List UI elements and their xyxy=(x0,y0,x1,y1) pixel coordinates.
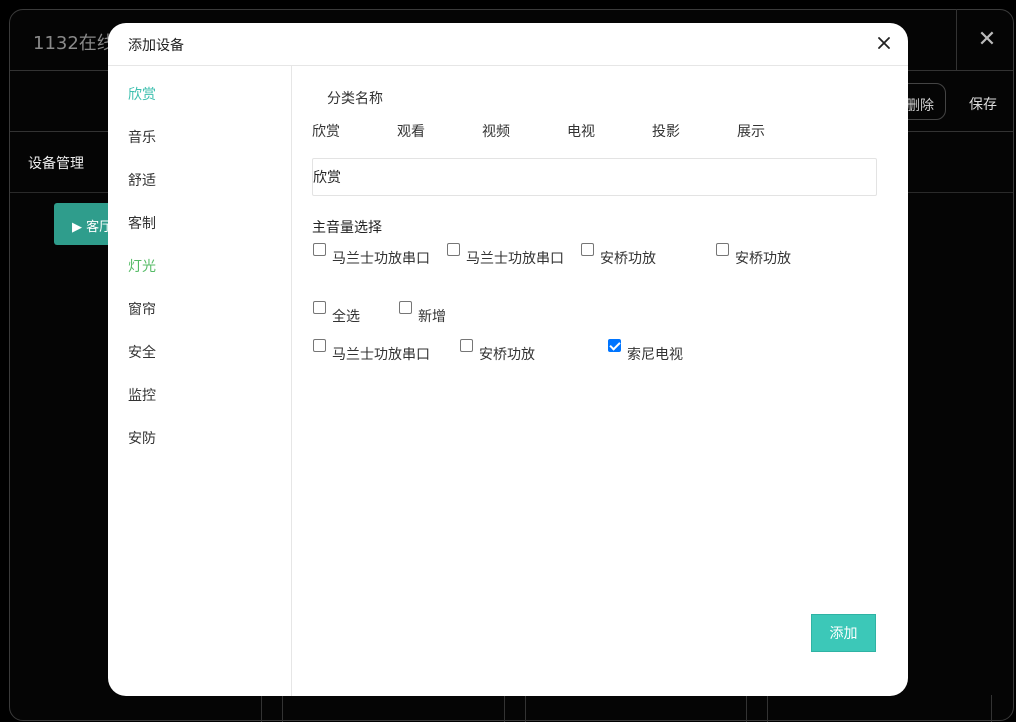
tag-option[interactable]: 投影 xyxy=(652,121,680,141)
category-name-label: 分类名称 xyxy=(327,91,383,107)
tag-option[interactable]: 视频 xyxy=(482,121,510,141)
background-room-button[interactable]: ▶ 客厅 xyxy=(54,203,114,245)
checkbox-label: 马兰士功放串口 xyxy=(466,251,564,267)
background-delete-label: 删除 xyxy=(906,98,934,114)
background-divider xyxy=(746,695,747,722)
sidebar-item-comfort[interactable]: 舒适 xyxy=(128,170,156,190)
background-window-title: 1132在线i xyxy=(33,33,120,54)
checkbox-label: 新增 xyxy=(418,309,446,325)
checkbox-box[interactable] xyxy=(581,243,594,256)
checkbox-box[interactable] xyxy=(447,243,460,256)
sidebar-item-appreciate[interactable]: 欣赏 xyxy=(128,84,156,104)
checkbox-label: 马兰士功放串口 xyxy=(332,347,430,363)
checkbox-label: 安桥功放 xyxy=(479,347,535,363)
background-divider xyxy=(956,9,957,70)
close-icon[interactable] xyxy=(872,31,896,55)
sidebar-item-monitor[interactable]: 监控 xyxy=(128,385,156,405)
dialog-header: 添加设备 xyxy=(108,23,908,66)
add-button[interactable]: 添加 xyxy=(811,614,876,652)
sidebar-item-lighting[interactable]: 灯光 xyxy=(128,256,156,276)
category-name-input[interactable] xyxy=(312,158,877,196)
sidebar-item-custom[interactable]: 客制 xyxy=(128,213,156,233)
background-divider xyxy=(261,695,262,722)
background-divider xyxy=(504,695,505,722)
tag-option[interactable]: 展示 xyxy=(737,121,765,141)
checkbox-label: 安桥功放 xyxy=(735,251,791,267)
dialog-title: 添加设备 xyxy=(128,38,184,54)
checkbox-label: 安桥功放 xyxy=(600,251,656,267)
background-save-button[interactable]: 保存 xyxy=(969,94,997,114)
checkbox-label: 全选 xyxy=(332,309,360,325)
sidebar-item-curtain[interactable]: 窗帘 xyxy=(128,299,156,319)
background-divider xyxy=(525,695,526,722)
add-device-dialog: 添加设备 欣赏 音乐 舒适 客制 灯光 窗帘 安全 监控 安防 分类名称 欣赏 … xyxy=(108,23,908,696)
checkbox-box[interactable] xyxy=(716,243,729,256)
background-tab-device-management[interactable]: 设备管理 xyxy=(28,153,84,173)
checkbox-box[interactable] xyxy=(313,243,326,256)
sidebar-item-safety[interactable]: 安全 xyxy=(128,342,156,362)
background-close-icon[interactable]: ✕ xyxy=(976,27,998,52)
sidebar-item-security[interactable]: 安防 xyxy=(128,428,156,448)
checkbox-box[interactable] xyxy=(313,339,326,352)
background-divider xyxy=(767,695,768,722)
checkbox-box[interactable] xyxy=(460,339,473,352)
dialog-content: 分类名称 欣赏 观看 视频 电视 投影 展示 主音量选择 马兰士功放串口 马兰士… xyxy=(292,66,908,696)
main-volume-label: 主音量选择 xyxy=(312,220,382,236)
checkbox-box[interactable] xyxy=(399,301,412,314)
category-sidebar: 欣赏 音乐 舒适 客制 灯光 窗帘 安全 监控 安防 xyxy=(108,66,292,696)
tag-option[interactable]: 电视 xyxy=(567,121,595,141)
checkbox-box[interactable] xyxy=(313,301,326,314)
tag-option[interactable]: 欣赏 xyxy=(312,121,340,141)
tag-option[interactable]: 观看 xyxy=(397,121,425,141)
sidebar-item-music[interactable]: 音乐 xyxy=(128,127,156,147)
background-divider xyxy=(991,695,992,722)
checkbox-box-checked[interactable] xyxy=(608,339,621,352)
background-divider xyxy=(282,695,283,722)
checkbox-label: 马兰士功放串口 xyxy=(332,251,430,267)
checkbox-label: 索尼电视 xyxy=(627,347,683,363)
